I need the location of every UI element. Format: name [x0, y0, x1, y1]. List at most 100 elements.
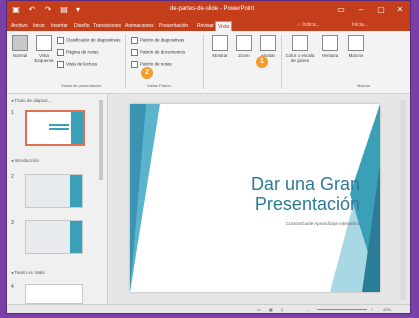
- handout-master-button[interactable]: Patrón de documentos: [131, 49, 185, 56]
- slide-thumbnail[interactable]: [25, 220, 83, 254]
- separator: [281, 35, 282, 89]
- thumb-accent: [70, 175, 82, 207]
- zoom-icon: [236, 35, 252, 51]
- slide-sorter-label: Clasificador de diapositivas: [66, 37, 121, 43]
- close-icon[interactable]: ✕: [392, 4, 408, 16]
- window-title: de-partes-de-slide - PowerPoint: [169, 6, 255, 12]
- slide-thumbnail[interactable]: [25, 110, 85, 146]
- thumb-accent: [70, 221, 82, 253]
- slide-master-button[interactable]: Patrón de diapositivas: [131, 37, 184, 44]
- slide-sorter-button[interactable]: Clasificador de diapositivas: [57, 37, 121, 44]
- show-icon: [212, 35, 228, 51]
- zoom-level[interactable]: 42%: [383, 307, 391, 312]
- separator: [125, 35, 126, 89]
- outline-view-icon: [36, 35, 52, 51]
- thumb-accent: [71, 112, 83, 144]
- sorter-status-icon[interactable]: ▦: [269, 307, 273, 312]
- zoom-out-icon[interactable]: –: [307, 307, 309, 312]
- sign-in-link[interactable]: Inicia...: [352, 22, 368, 28]
- thumbnail-scrollbar[interactable]: [99, 100, 103, 180]
- slide-sorter-icon: [57, 37, 64, 44]
- ribbon-vista: Normal Vista Esquema Clasificador de dia…: [7, 31, 410, 94]
- zoom-in-icon[interactable]: +: [371, 307, 373, 312]
- section-titulo[interactable]: ◂ Título de diaposi...: [11, 98, 51, 104]
- notes-page-icon: [57, 49, 64, 56]
- save-icon[interactable]: ▣: [11, 5, 21, 15]
- slide-thumbnail[interactable]: [25, 284, 83, 304]
- notes-master-icon: [131, 61, 138, 68]
- outline-view-label: Vista Esquema: [34, 53, 54, 63]
- ribbon-tabs: Archivo Inicio Insertar Diseño Transicio…: [7, 19, 410, 32]
- tab-diseno[interactable]: Diseño: [72, 21, 92, 31]
- normal-view-icon: [12, 35, 28, 51]
- slide-subtitle[interactable]: CustomGuide Aprendizaje Interactivo: [190, 221, 360, 226]
- zoom-slider[interactable]: [317, 309, 367, 310]
- slide-number: 3: [11, 220, 14, 226]
- present-icon[interactable]: ▤: [59, 5, 69, 15]
- slide-thumbnail-pane: ◂ Título de diaposi... 1 ◂ Introducción …: [7, 94, 108, 304]
- powerpoint-window: ▣ ↶ ↷ ▤ ▾ de-partes-de-slide - PowerPoin…: [6, 0, 411, 314]
- slide-title-line: Dar una Gran: [250, 174, 360, 194]
- color-grayscale-icon: [292, 35, 308, 51]
- slide-master-label: Patrón de diapositivas: [140, 37, 185, 43]
- slide-thumbnail[interactable]: [25, 174, 83, 208]
- tell-me-search[interactable]: ♀ Indica...: [297, 22, 320, 28]
- thumb-text: [49, 124, 69, 126]
- minimize-icon[interactable]: –: [353, 4, 369, 16]
- tab-revisar[interactable]: Revisar: [195, 21, 216, 31]
- macros-group-label: Macros: [357, 83, 371, 88]
- color-grayscale-button[interactable]: Color o escala de grises: [285, 35, 315, 63]
- separator: [203, 35, 204, 89]
- color-grayscale-label: Color o escala de grises: [285, 53, 315, 63]
- macros-icon: [348, 35, 364, 51]
- reading-status-icon[interactable]: ▯: [281, 307, 283, 312]
- tab-transiciones[interactable]: Transiciones: [91, 21, 123, 31]
- slide-number: 1: [11, 110, 14, 116]
- window-label: Ventana: [321, 53, 339, 58]
- undo-icon[interactable]: ↶: [27, 5, 37, 15]
- views-group-label: Vistas de presentación: [61, 83, 102, 88]
- zoom-button[interactable]: Zoom: [233, 35, 255, 58]
- normal-view-label: Normal: [12, 53, 28, 58]
- window-icon: [322, 35, 338, 51]
- customize-icon[interactable]: ▾: [73, 5, 83, 15]
- tab-presentacion[interactable]: Presentación: [157, 21, 190, 31]
- section-teatro[interactable]: ◂ Teatro vs. Malo: [11, 270, 45, 276]
- reading-view-button[interactable]: Vista de lectura: [57, 61, 97, 68]
- slide-title-line: Presentación: [254, 194, 360, 214]
- tab-archivo[interactable]: Archivo: [9, 21, 30, 31]
- section-introduccion[interactable]: ◂ Introducción: [11, 158, 39, 164]
- notes-master-button[interactable]: Patrón de notas: [131, 61, 172, 68]
- current-slide[interactable]: Dar una Gran Presentación CustomGuide Ap…: [130, 104, 380, 292]
- notes-page-label: Página de notas: [66, 49, 99, 55]
- fit-window-icon: [260, 35, 276, 51]
- macros-label: Macros: [348, 53, 364, 58]
- slide-number: 2: [11, 174, 14, 180]
- macros-button[interactable]: Macros: [345, 35, 367, 58]
- show-button[interactable]: Mostrar: [209, 35, 231, 58]
- thumb-text: [49, 128, 69, 130]
- normal-view-button[interactable]: Normal: [9, 35, 31, 58]
- maximize-icon[interactable]: ▢: [373, 4, 389, 16]
- ribbon-options-icon[interactable]: ▭: [333, 4, 349, 16]
- master-group-label: Vistas Patrón: [147, 83, 171, 88]
- normal-view-status-icon[interactable]: ▭: [257, 307, 261, 312]
- callout-badge-1: 1: [256, 56, 268, 68]
- window-button[interactable]: Ventana: [319, 35, 341, 58]
- tab-insertar[interactable]: Insertar: [49, 21, 70, 31]
- show-label: Mostrar: [212, 53, 228, 58]
- slide-title[interactable]: Dar una Gran Presentación: [170, 174, 360, 214]
- reading-view-label: Vista de lectura: [66, 61, 97, 67]
- tab-animaciones[interactable]: Animaciones: [123, 21, 156, 31]
- slide-number: 4: [11, 284, 14, 290]
- editor-scrollbar[interactable]: [400, 100, 406, 300]
- tab-inicio[interactable]: Inicio: [31, 21, 47, 31]
- reading-view-icon: [57, 61, 64, 68]
- notes-page-button[interactable]: Página de notas: [57, 49, 99, 56]
- outline-view-button[interactable]: Vista Esquema: [33, 35, 55, 63]
- callout-badge-2: 2: [141, 67, 153, 79]
- fit-window-button[interactable]: Ajustar: [257, 35, 279, 58]
- zoom-label: Zoom: [238, 53, 250, 58]
- slide-editor-canvas: Dar una Gran Presentación CustomGuide Ap…: [108, 94, 410, 304]
- redo-icon[interactable]: ↷: [43, 5, 53, 15]
